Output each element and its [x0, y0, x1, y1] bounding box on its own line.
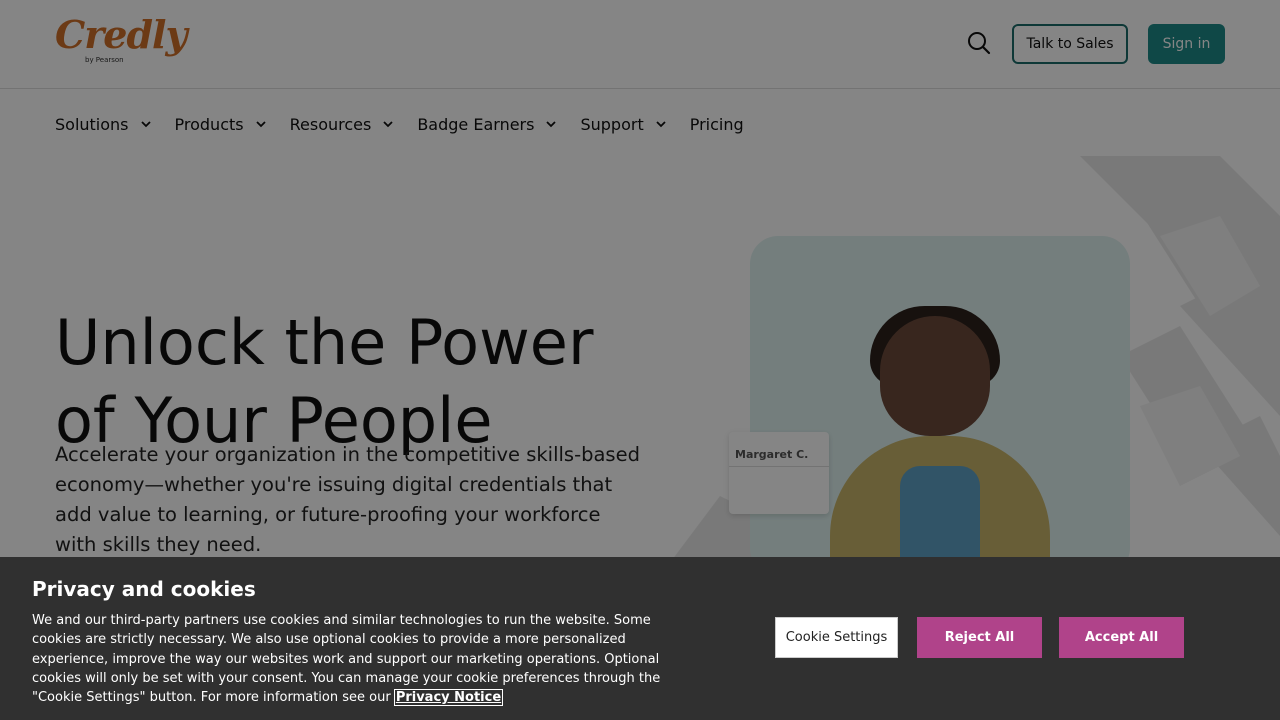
cookie-settings-button[interactable]: Cookie Settings	[775, 617, 898, 658]
cookie-title: Privacy and cookies	[32, 577, 256, 601]
reject-all-button[interactable]: Reject All	[917, 617, 1042, 658]
accept-all-button[interactable]: Accept All	[1059, 617, 1184, 658]
page: Credly by Pearson Talk to Sales Sign in …	[0, 0, 1280, 720]
cookie-text: We and our third-party partners use cook…	[32, 611, 702, 707]
cookie-body: We and our third-party partners use cook…	[32, 613, 661, 706]
privacy-notice-link[interactable]: Privacy Notice	[393, 689, 504, 707]
